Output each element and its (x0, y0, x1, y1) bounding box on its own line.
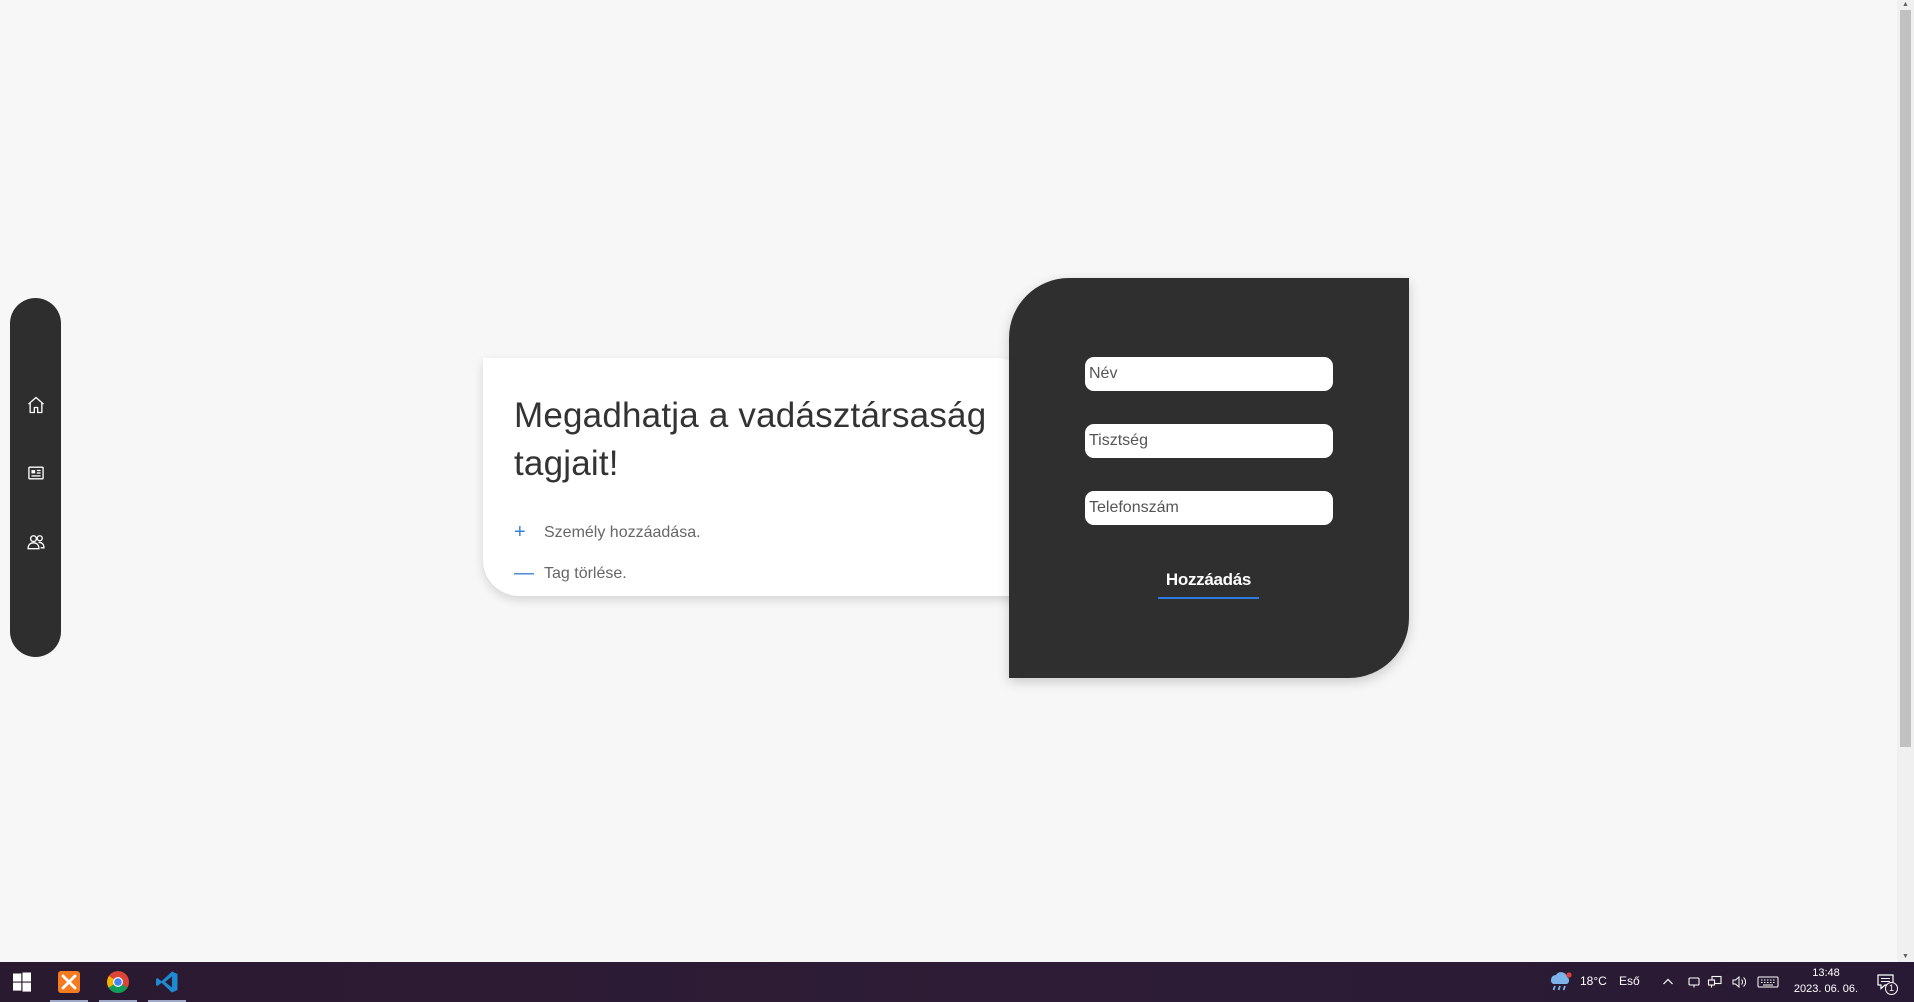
clock-date: 2023. 06. 06. (1793, 983, 1859, 995)
notification-center-icon[interactable]: 1 (1876, 972, 1898, 995)
volume-icon[interactable] (1731, 974, 1747, 990)
page-scrollbar[interactable]: ▲ ▼ (1897, 0, 1914, 962)
system-clock[interactable]: 13:48 2023. 06. 06. (1783, 965, 1869, 997)
position-input[interactable] (1085, 424, 1333, 458)
windows-taskbar: 18°C Eső 13:48 2023. 06. 06. 1 (0, 962, 1914, 1002)
add-person-label: Személy hozzáadása. (544, 523, 701, 541)
notification-count-badge: 1 (1885, 982, 1898, 995)
page-title: Megadhatja a vadásztársaság tagjait! (514, 396, 987, 483)
news-icon (27, 466, 44, 479)
side-navigation (10, 298, 61, 657)
meet-now-icon[interactable] (1686, 974, 1702, 990)
chrome-icon (107, 971, 129, 993)
weather-temperature[interactable]: 18°C (1580, 974, 1607, 988)
weather-description[interactable]: Eső (1619, 974, 1640, 988)
member-form: Hozzáadás (1009, 278, 1409, 678)
network-icon[interactable] (1707, 974, 1723, 990)
members-icon (26, 534, 45, 549)
nav-news-button[interactable] (19, 456, 52, 489)
scroll-up-arrow-icon[interactable]: ▲ (1897, 0, 1914, 10)
scroll-down-arrow-icon[interactable]: ▼ (1897, 952, 1914, 962)
taskbar-app-vscode[interactable] (145, 962, 189, 1002)
nav-home-button[interactable] (19, 388, 52, 421)
windows-start-icon (13, 972, 31, 992)
nav-members-button[interactable] (19, 525, 52, 558)
info-card: Megadhatja a vadásztársaság tagjait! + S… (483, 358, 1033, 596)
list-item-delete-member: — Tag törlése. (514, 553, 1003, 594)
list-item-add-person: + Személy hozzáadása. (514, 512, 1003, 553)
delete-member-label: Tag törlése. (544, 564, 627, 582)
taskbar-app-xampp[interactable] (47, 962, 91, 1002)
name-input[interactable] (1085, 357, 1333, 391)
weather-rain-icon[interactable] (1547, 972, 1573, 992)
taskbar-app-chrome[interactable] (96, 962, 140, 1002)
show-hidden-icons-chevron-icon[interactable] (1660, 974, 1676, 990)
home-icon (27, 396, 44, 413)
minus-icon: — (514, 562, 534, 584)
instruction-list: + Személy hozzáadása. — Tag törlése. (514, 512, 1003, 594)
vscode-icon (156, 971, 178, 993)
scroll-thumb[interactable] (1900, 10, 1911, 747)
start-button[interactable] (0, 962, 44, 1002)
add-button[interactable]: Hozzáadás (1158, 563, 1259, 599)
xampp-icon (58, 971, 80, 993)
phone-input[interactable] (1085, 491, 1333, 525)
plus-icon: + (514, 521, 526, 543)
clock-time: 13:48 (1812, 967, 1840, 979)
keyboard-icon[interactable] (1756, 974, 1780, 990)
